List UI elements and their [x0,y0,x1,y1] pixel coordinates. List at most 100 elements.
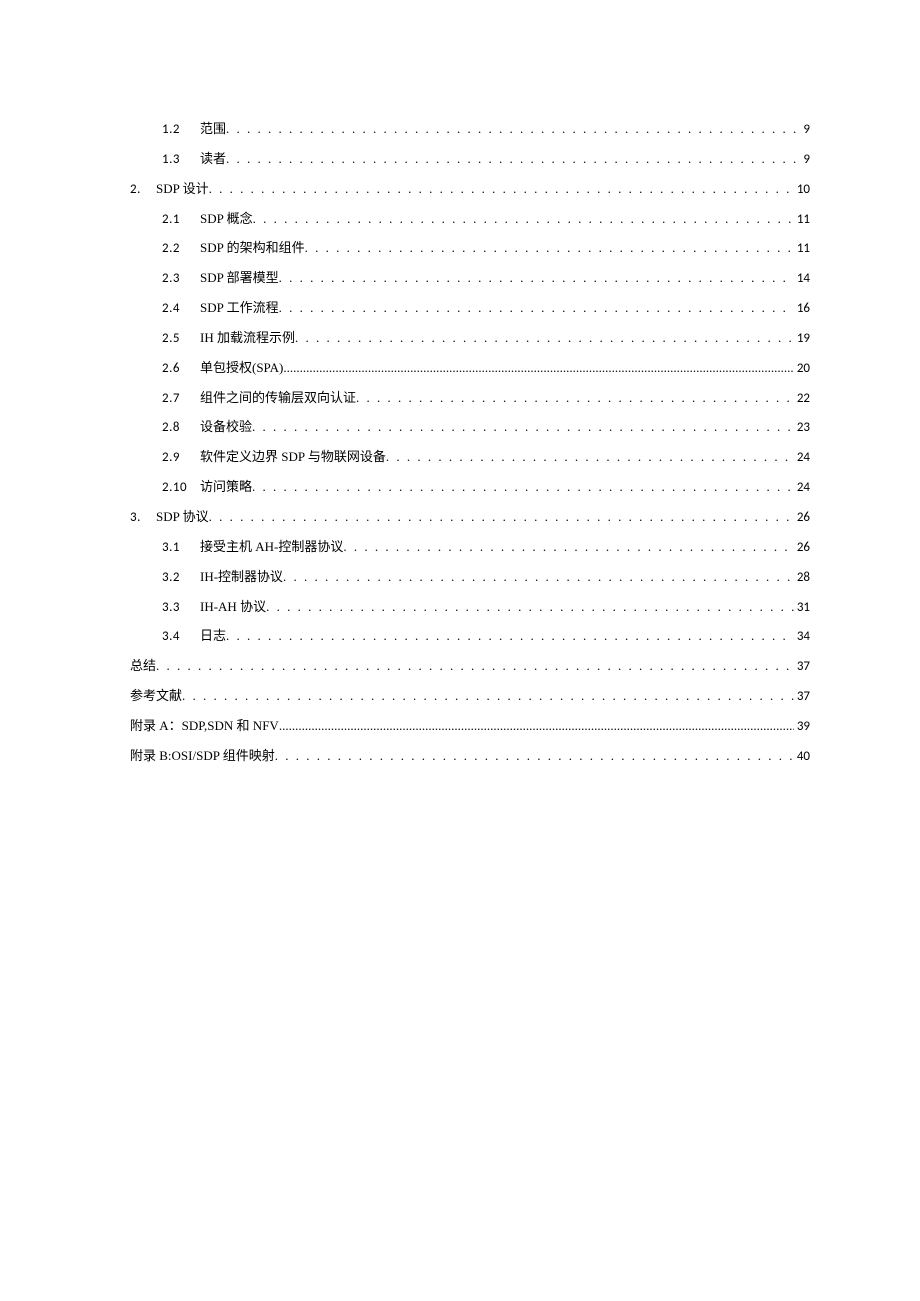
toc-entry: 3.2IH-控制器协议28 [130,568,810,588]
toc-entry-number: 3.1 [162,539,200,558]
toc-leader-dots [156,657,794,676]
toc-leader-dots [305,239,794,258]
toc-leader-dots [252,418,794,437]
toc-leader-dots [226,120,800,139]
toc-entry-number: 1.2 [162,121,200,140]
toc-leader-dots [279,299,794,318]
toc-entry-page: 40 [794,748,810,767]
toc-leader-dots [279,269,794,288]
toc-entry-number: 3.3 [162,599,200,618]
toc-entry-number: 2.1 [162,211,200,230]
toc-leader-dots [226,627,794,646]
toc-entry-number: 2.10 [162,479,200,498]
toc-entry: 3.SDP 协议 26 [130,508,810,528]
toc-entry-number: 2. [130,181,156,200]
toc-entry: 总结 37 [130,657,810,677]
toc-entry-number: 3.2 [162,569,200,588]
toc-entry: 附录 B:OSI/SDP 组件映射 40 [130,747,810,767]
toc-entry-title: 软件定义边界 SDP 与物联网设备 [200,448,386,467]
toc-entry: 2.7组件之间的传输层双向认证 22 [130,389,810,409]
toc-entry-page: 24 [794,449,810,468]
toc-entry-page: 16 [794,300,810,319]
toc-leader-dots [386,448,794,467]
toc-entry: 2.9软件定义边界 SDP 与物联网设备24 [130,448,810,468]
toc-entry-page: 26 [794,509,810,528]
toc-entry-title: 范围 [200,120,226,139]
toc-entry-page: 34 [794,628,810,647]
toc-entry-title: 设备校验 [200,418,252,437]
toc-entry-number: 3. [130,509,156,528]
toc-entry-title: 附录 A：SDP,SDN 和 NFV [130,717,279,736]
toc-entry-page: 11 [794,240,810,259]
toc-entry: 2.10访问策略 24 [130,478,810,498]
toc-entry: 3.3IH-AH 协议 31 [130,598,810,618]
toc-leader-dots [343,538,793,557]
toc-entry-page: 19 [794,330,810,349]
toc-leader-dots [252,478,794,497]
toc-leader-dots [209,508,794,527]
toc-leader-dots [279,717,794,736]
toc-entry-page: 22 [794,390,810,409]
toc-leader-dots [275,747,794,766]
toc-entry-page: 26 [794,539,810,558]
toc-leader-dots [253,210,794,229]
toc-entry: 2.8设备校验23 [130,418,810,438]
table-of-contents: 1.2范围91.3读者92.SDP 设计102.1SDP 概念112.2SDP … [130,120,810,767]
toc-entry: 1.2范围 9 [130,120,810,140]
toc-entry: 1.3读者 9 [130,150,810,170]
toc-entry-number: 2.2 [162,240,200,259]
toc-entry: 参考文献 37 [130,687,810,707]
toc-entry-page: 24 [794,479,810,498]
toc-entry-title: 日志 [200,627,226,646]
toc-entry-title: 附录 B:OSI/SDP 组件映射 [130,747,275,766]
toc-entry-page: 31 [794,599,810,618]
toc-entry: 附录 A：SDP,SDN 和 NFV39 [130,717,810,737]
toc-entry: 3.1接受主机 AH-控制器协议 26 [130,538,810,558]
toc-entry-number: 2.3 [162,270,200,289]
toc-entry-page: 20 [794,360,810,379]
toc-entry: 2.2SDP 的架构和组件 11 [130,239,810,259]
toc-entry-page: 11 [794,211,810,230]
toc-entry-title: 读者 [200,150,226,169]
toc-entry-title: IH 加载流程示例 [200,329,295,348]
toc-entry-page: 37 [794,688,810,707]
toc-leader-dots [182,687,794,706]
toc-entry-page: 37 [794,658,810,677]
toc-entry: 2.6单包授权(SPA) 20 [130,359,810,379]
toc-leader-dots [209,180,794,199]
toc-leader-dots [283,359,793,378]
toc-entry-number: 3.4 [162,628,200,647]
toc-leader-dots [226,150,800,169]
toc-entry-number: 2.6 [162,360,200,379]
toc-entry-page: 10 [794,181,810,200]
toc-entry-number: 2.8 [162,419,200,438]
toc-entry-title: 接受主机 AH-控制器协议 [200,538,343,557]
toc-entry-title: SDP 部署模型 [200,269,279,288]
toc-entry-title: 参考文献 [130,687,182,706]
toc-entry-number: 2.5 [162,330,200,349]
toc-entry-title: 总结 [130,657,156,676]
toc-leader-dots [283,568,794,587]
toc-entry-page: 9 [800,151,810,170]
toc-entry-title: 访问策略 [200,478,252,497]
toc-entry-title: SDP 概念 [200,210,253,229]
toc-entry: 2.4SDP 工作流程16 [130,299,810,319]
toc-entry-number: 1.3 [162,151,200,170]
toc-entry: 2.1SDP 概念 11 [130,210,810,230]
toc-entry-number: 2.7 [162,390,200,409]
toc-entry-page: 9 [800,121,810,140]
toc-entry-title: IH-控制器协议 [200,568,283,587]
toc-entry-title: SDP 协议 [156,508,209,527]
toc-leader-dots [266,598,794,617]
toc-entry: 2.3SDP 部署模型14 [130,269,810,289]
toc-entry-title: 组件之间的传输层双向认证 [200,389,356,408]
toc-entry: 3.4日志 34 [130,627,810,647]
toc-entry-title: SDP 的架构和组件 [200,239,305,258]
toc-entry: 2.SDP 设计 10 [130,180,810,200]
toc-entry-title: SDP 设计 [156,180,209,199]
toc-entry: 2.5IH 加载流程示例 19 [130,329,810,349]
toc-entry-title: IH-AH 协议 [200,598,266,617]
toc-leader-dots [295,329,794,348]
toc-entry-title: SDP 工作流程 [200,299,279,318]
toc-entry-title: 单包授权(SPA) [200,359,283,378]
